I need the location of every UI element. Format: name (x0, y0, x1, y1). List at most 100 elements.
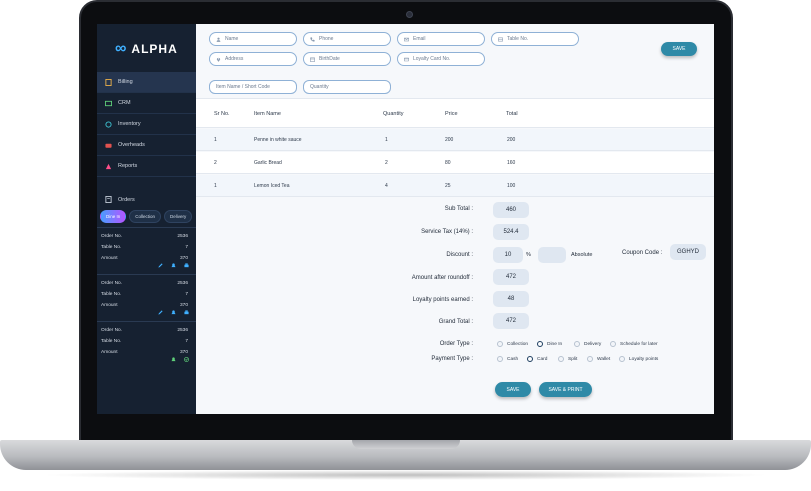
quantity-input[interactable]: Quantity (303, 80, 391, 94)
card-icon (404, 57, 409, 61)
order-type-collection[interactable]: Collection (497, 341, 528, 347)
check-circle-icon[interactable] (184, 357, 189, 362)
laptop-notch (352, 440, 460, 449)
bell-icon[interactable] (171, 357, 176, 362)
payment-type-loyalty-points[interactable]: Loyalty points (619, 356, 658, 362)
payment-type-cash[interactable]: Cash (497, 356, 518, 362)
birthdate-field[interactable]: BirthDate (303, 52, 391, 66)
payment-type-split[interactable]: Split (558, 356, 577, 362)
radio-icon (587, 356, 593, 362)
sidebar-item-label: CRM (118, 100, 131, 106)
table-icon (498, 37, 503, 41)
laptop-shadow (40, 470, 771, 480)
sidebar-item-label: Reports (118, 163, 138, 169)
logo: ∞ ALPHA (115, 41, 178, 57)
radio-icon (497, 356, 503, 362)
column-header: Sr No. (214, 111, 230, 117)
column-header: Item Name (254, 111, 281, 117)
mail-icon (404, 37, 409, 41)
order-card[interactable]: Order No. 2536 Table No. 7 Amount 370 (97, 274, 196, 320)
roundoff-value: 472 (493, 269, 529, 285)
percent-sign: % (526, 252, 531, 258)
tab-collection[interactable]: Collection (129, 210, 162, 223)
reports-icon (105, 163, 112, 169)
radio-icon (619, 356, 625, 362)
radio-checked-icon (527, 356, 533, 362)
table-row[interactable]: 1 Lemon Iced Tea 4 25 100 (196, 175, 714, 197)
order-type-label: Order Type : (439, 341, 473, 347)
address-field[interactable]: Address (209, 52, 297, 66)
order-type-schedule-later[interactable]: Schedule for later (610, 341, 658, 347)
loyalty-points-value: 48 (493, 291, 529, 307)
print-icon[interactable] (184, 310, 189, 315)
table-no-field[interactable]: Table No. (491, 32, 579, 46)
item-search-input[interactable]: Item Name / Short Code (209, 80, 297, 94)
name-field[interactable]: Name (209, 32, 297, 46)
app-screen: ∞ ALPHA Billing CRM Inventory Overheads … (97, 24, 714, 414)
order-card[interactable]: Order No. 2536 Table No. 7 Amount 370 (97, 321, 196, 367)
orders-icon (105, 196, 112, 203)
phone-icon (310, 36, 315, 42)
sidebar-item-label: Inventory (118, 121, 141, 127)
overheads-icon (105, 143, 112, 148)
edit-icon[interactable] (158, 263, 163, 268)
tab-dine-in[interactable]: Dine In (100, 210, 127, 223)
discount-input[interactable]: 10 (493, 247, 523, 263)
order-type-tabs: Dine In Collection Delivery (100, 210, 193, 223)
payment-type-card[interactable]: Card (527, 356, 547, 362)
radio-icon (558, 356, 564, 362)
absolute-discount-input[interactable] (538, 247, 566, 263)
column-header: Quantity (383, 111, 404, 117)
save-and-print-button[interactable]: SAVE & PRINT (539, 382, 592, 397)
user-icon (216, 37, 221, 42)
radio-icon (574, 341, 580, 347)
sidebar-item-reports[interactable]: Reports (97, 156, 196, 177)
payment-type-label: Payment Type : (431, 356, 473, 362)
location-pin-icon (216, 57, 221, 62)
column-header: Total (506, 111, 518, 117)
billing-icon (105, 78, 112, 86)
tab-delivery[interactable]: Delivery (164, 210, 193, 223)
save-customer-button[interactable]: SAVE (661, 42, 697, 56)
sidebar: ∞ ALPHA Billing CRM Inventory Overheads … (97, 24, 196, 414)
table-row[interactable]: 2 Garlic Bread 2 80 160 (196, 152, 714, 174)
sidebar-item-crm[interactable]: CRM (97, 93, 196, 114)
phone-field[interactable]: Phone (303, 32, 391, 46)
roundoff-label: Amount after roundoff : (411, 275, 473, 281)
loyalty-card-field[interactable]: Loyalty Card No. (397, 52, 485, 66)
table-row[interactable]: 1 Penne in white sauce 1 200 200 (196, 129, 714, 151)
crm-icon (105, 100, 112, 106)
save-bill-button[interactable]: SAVE (495, 382, 531, 397)
discount-label: Discount : (446, 252, 473, 258)
coupon-code-input[interactable]: GGHYD (670, 244, 706, 260)
bell-icon[interactable] (171, 263, 176, 268)
coupon-code-label: Coupon Code : (622, 250, 663, 256)
sidebar-item-label: Overheads (118, 142, 145, 148)
order-card[interactable]: Order No. 2536 Table No. 7 Amount 370 (97, 227, 196, 273)
print-icon[interactable] (184, 263, 189, 268)
order-type-delivery[interactable]: Delivery (574, 341, 601, 347)
sidebar-item-billing[interactable]: Billing (97, 72, 196, 93)
infinity-logo-icon: ∞ (115, 40, 128, 57)
inventory-icon (105, 120, 112, 128)
order-type-dine-in[interactable]: Dine In (537, 341, 562, 347)
subtotal-value: 460 (493, 202, 529, 218)
sidebar-item-inventory[interactable]: Inventory (97, 114, 196, 135)
radio-checked-icon (537, 341, 543, 347)
service-tax-label: Service Tax (14%) : (421, 229, 473, 235)
grand-total-value: 472 (493, 313, 529, 329)
calendar-icon (310, 57, 315, 62)
payment-type-wallet[interactable]: Wallet (587, 356, 610, 362)
loyalty-points-label: Loyalty points earned : (412, 297, 473, 303)
sidebar-item-overheads[interactable]: Overheads (97, 135, 196, 156)
billing-main: Name Phone Email Table No. SAVE Address … (196, 24, 714, 414)
bell-icon[interactable] (171, 310, 176, 315)
subtotal-label: Sub Total : (444, 206, 473, 212)
radio-icon (610, 341, 616, 347)
email-field[interactable]: Email (397, 32, 485, 46)
grand-total-label: Grand Total : (438, 319, 473, 325)
edit-icon[interactable] (158, 310, 163, 315)
orders-heading: Orders (105, 196, 135, 203)
logo-text: ALPHA (131, 42, 178, 56)
sidebar-item-label: Billing (118, 79, 133, 85)
